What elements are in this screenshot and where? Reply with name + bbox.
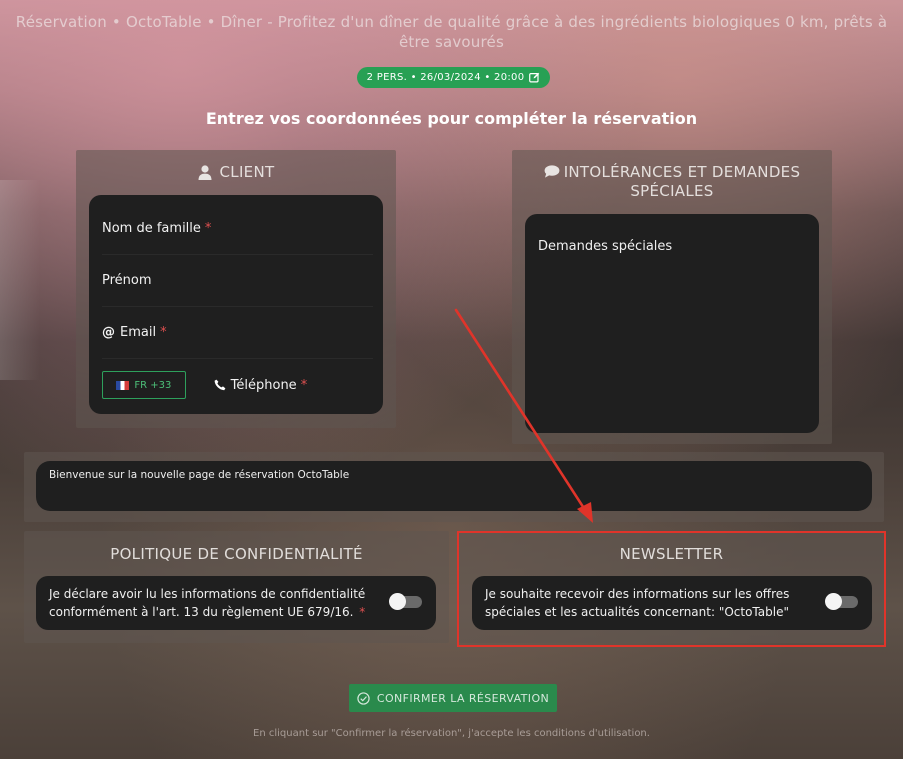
- toggle-knob: [389, 593, 406, 610]
- intolerances-title-wrap: INTOLÉRANCES ET DEMANDES SPÉCIALES: [532, 163, 812, 201]
- required-marker: *: [359, 605, 366, 619]
- client-title: CLIENT: [219, 163, 275, 181]
- phone-label: Téléphone: [230, 377, 297, 393]
- phone-prefix-value: FR +33: [134, 379, 172, 391]
- special-requests-label: Demandes spéciales: [538, 239, 673, 254]
- form-instructions: Entrez vos coordonnées pour compléter la…: [205, 109, 698, 128]
- check-circle-icon: [357, 691, 370, 705]
- booking-summary-text: 2 PERS. • 26/03/2024 • 20:00: [366, 72, 525, 83]
- welcome-message: Bienvenue sur la nouvelle page de réserv…: [49, 469, 350, 481]
- last-name-field[interactable]: Nom de famille *: [102, 203, 373, 255]
- confirm-reservation-button[interactable]: CONFIRMER LA RÉSERVATION: [349, 684, 557, 712]
- booking-summary-pill[interactable]: 2 PERS. • 26/03/2024 • 20:00: [357, 67, 550, 88]
- required-marker: *: [300, 377, 308, 393]
- confirm-button-label: CONFIRMER LA RÉSERVATION: [376, 691, 550, 705]
- chat-icon: [544, 165, 560, 178]
- phone-field[interactable]: Téléphone *: [214, 371, 373, 399]
- first-name-label: Prénom: [102, 273, 152, 288]
- user-icon: [198, 165, 212, 180]
- privacy-consent-text-wrap: Je déclare avoir lu les informations de …: [49, 585, 379, 621]
- required-marker: *: [160, 325, 167, 340]
- client-form-card: Nom de famille * Prénom @ Email * FR +33…: [89, 195, 383, 414]
- france-flag-icon: [116, 380, 130, 390]
- phone-icon: [214, 379, 226, 391]
- privacy-consent-text: Je déclare avoir lu les informations de …: [49, 587, 366, 619]
- privacy-title: POLITIQUE DE CONFIDENTIALITÉ: [110, 545, 363, 563]
- terms-note: En cliquant sur "Confirmer la réservatio…: [253, 728, 650, 739]
- privacy-toggle[interactable]: [389, 593, 422, 610]
- last-name-label: Nom de famille: [102, 221, 201, 236]
- first-name-field[interactable]: Prénom: [102, 255, 373, 307]
- page-title: Réservation • OctoTable • Dîner - Profit…: [15, 13, 888, 51]
- background-glow: [0, 180, 40, 380]
- email-field[interactable]: @ Email *: [102, 307, 373, 359]
- special-requests-textarea[interactable]: Demandes spéciales: [525, 214, 819, 433]
- edit-icon[interactable]: [529, 72, 540, 83]
- phone-row: FR +33 Téléphone *: [102, 359, 373, 411]
- phone-country-select[interactable]: FR +33: [102, 371, 186, 399]
- welcome-card: Bienvenue sur la nouvelle page de réserv…: [36, 461, 872, 511]
- newsletter-highlight-box: [457, 531, 886, 647]
- email-label: Email: [120, 325, 157, 340]
- privacy-consent-card: Je déclare avoir lu les informations de …: [36, 576, 436, 630]
- intolerances-title: INTOLÉRANCES ET DEMANDES SPÉCIALES: [563, 163, 801, 200]
- at-sign-icon: @: [102, 325, 115, 340]
- required-marker: *: [204, 221, 212, 236]
